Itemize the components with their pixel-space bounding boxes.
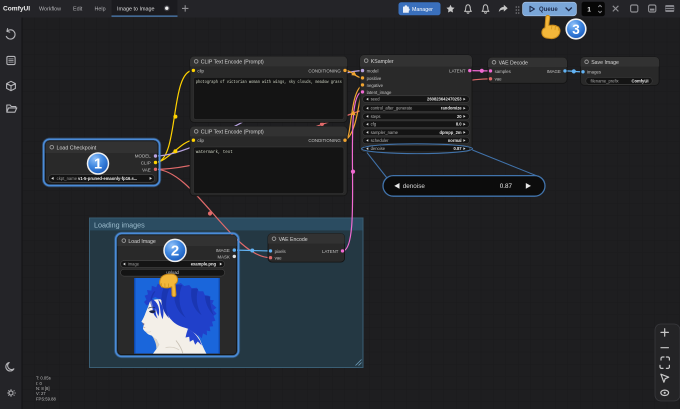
svg-text:scheduler: scheduler	[371, 138, 390, 143]
svg-text:seed: seed	[371, 97, 381, 102]
svg-text:KSampler: KSampler	[371, 59, 394, 65]
svg-text:samples: samples	[495, 69, 512, 74]
svg-text:latent_image: latent_image	[367, 90, 392, 95]
svg-text:FPS:59.88: FPS:59.88	[36, 396, 56, 401]
svg-text:vae: vae	[495, 77, 503, 82]
svg-text:positive: positive	[367, 76, 382, 81]
svg-text:vae: vae	[275, 256, 283, 261]
svg-text:0.87: 0.87	[500, 183, 513, 190]
svg-text:image: image	[128, 262, 140, 267]
svg-text:v1-5-pruned-emaonly-fp16.s...: v1-5-pruned-emaonly-fp16.s...	[78, 176, 137, 181]
svg-text:sampler_name: sampler_name	[371, 130, 399, 135]
svg-text:8.0: 8.0	[456, 122, 462, 127]
svg-text:example.png: example.png	[191, 262, 217, 267]
svg-text:watermark, text: watermark, text	[196, 150, 233, 155]
svg-text:clip: clip	[197, 138, 204, 143]
svg-text:IMAGE: IMAGE	[547, 69, 561, 74]
svg-text:Queue: Queue	[539, 7, 558, 13]
svg-text:LATENT: LATENT	[322, 249, 339, 254]
svg-text:denoise: denoise	[403, 183, 426, 190]
svg-text:dpmpp_2m: dpmpp_2m	[440, 130, 462, 135]
svg-text:VAE Encode: VAE Encode	[279, 237, 308, 243]
svg-text:CONDITIONING: CONDITIONING	[308, 138, 341, 143]
svg-text:Manager: Manager	[412, 7, 433, 13]
svg-text:Save Image: Save Image	[591, 60, 619, 66]
svg-text:clip: clip	[197, 68, 204, 73]
svg-text:VAE Decode: VAE Decode	[499, 61, 528, 67]
svg-text:control_after_generate: control_after_generate	[371, 106, 413, 111]
svg-text:Loading images: Loading images	[94, 221, 145, 230]
svg-text:ckpt_name: ckpt_name	[57, 176, 78, 181]
svg-text:pixels: pixels	[275, 249, 287, 254]
svg-text:2: 2	[171, 243, 179, 260]
svg-text:20: 20	[457, 114, 462, 119]
svg-text:negative: negative	[367, 83, 384, 88]
svg-text:randomize: randomize	[441, 106, 462, 111]
svg-text:Load Image: Load Image	[128, 239, 156, 245]
svg-text:denoise: denoise	[371, 146, 386, 151]
svg-text:Image to Image: Image to Image	[117, 6, 154, 12]
svg-text:Edit: Edit	[73, 6, 83, 12]
svg-text:IMAGE: IMAGE	[216, 248, 230, 253]
svg-text:steps: steps	[371, 114, 381, 119]
svg-text:MODEL: MODEL	[135, 154, 152, 159]
svg-text:photograph of victorian woman: photograph of victorian woman with wings…	[196, 80, 342, 85]
svg-text:model: model	[367, 69, 379, 74]
svg-text:ComfyUI: ComfyUI	[631, 78, 648, 83]
svg-text:LATENT: LATENT	[449, 69, 466, 74]
svg-text:Load Checkpoint: Load Checkpoint	[57, 145, 97, 151]
svg-text:normal: normal	[448, 138, 462, 143]
svg-text:ComfyUI: ComfyUI	[3, 6, 30, 13]
svg-text:3: 3	[572, 22, 580, 37]
svg-text:260823642470253: 260823642470253	[427, 97, 462, 102]
svg-text:CLIP Text Encode (Prompt): CLIP Text Encode (Prompt)	[201, 130, 264, 136]
svg-text:0.87: 0.87	[454, 146, 463, 151]
svg-text:CONDITIONING: CONDITIONING	[308, 68, 341, 73]
svg-text:images: images	[587, 70, 602, 75]
svg-text:CLIP Text Encode (Prompt): CLIP Text Encode (Prompt)	[201, 60, 264, 66]
svg-text:Workflow: Workflow	[39, 6, 61, 12]
svg-text:filename_prefix: filename_prefix	[591, 78, 620, 83]
svg-text:cfg: cfg	[371, 122, 377, 127]
svg-text:1: 1	[587, 7, 591, 14]
svg-text:Help: Help	[95, 6, 106, 12]
svg-text:MASK: MASK	[217, 254, 229, 259]
svg-text:CLIP: CLIP	[141, 161, 151, 166]
svg-text:VAE: VAE	[142, 167, 151, 172]
svg-text:1: 1	[94, 157, 102, 173]
